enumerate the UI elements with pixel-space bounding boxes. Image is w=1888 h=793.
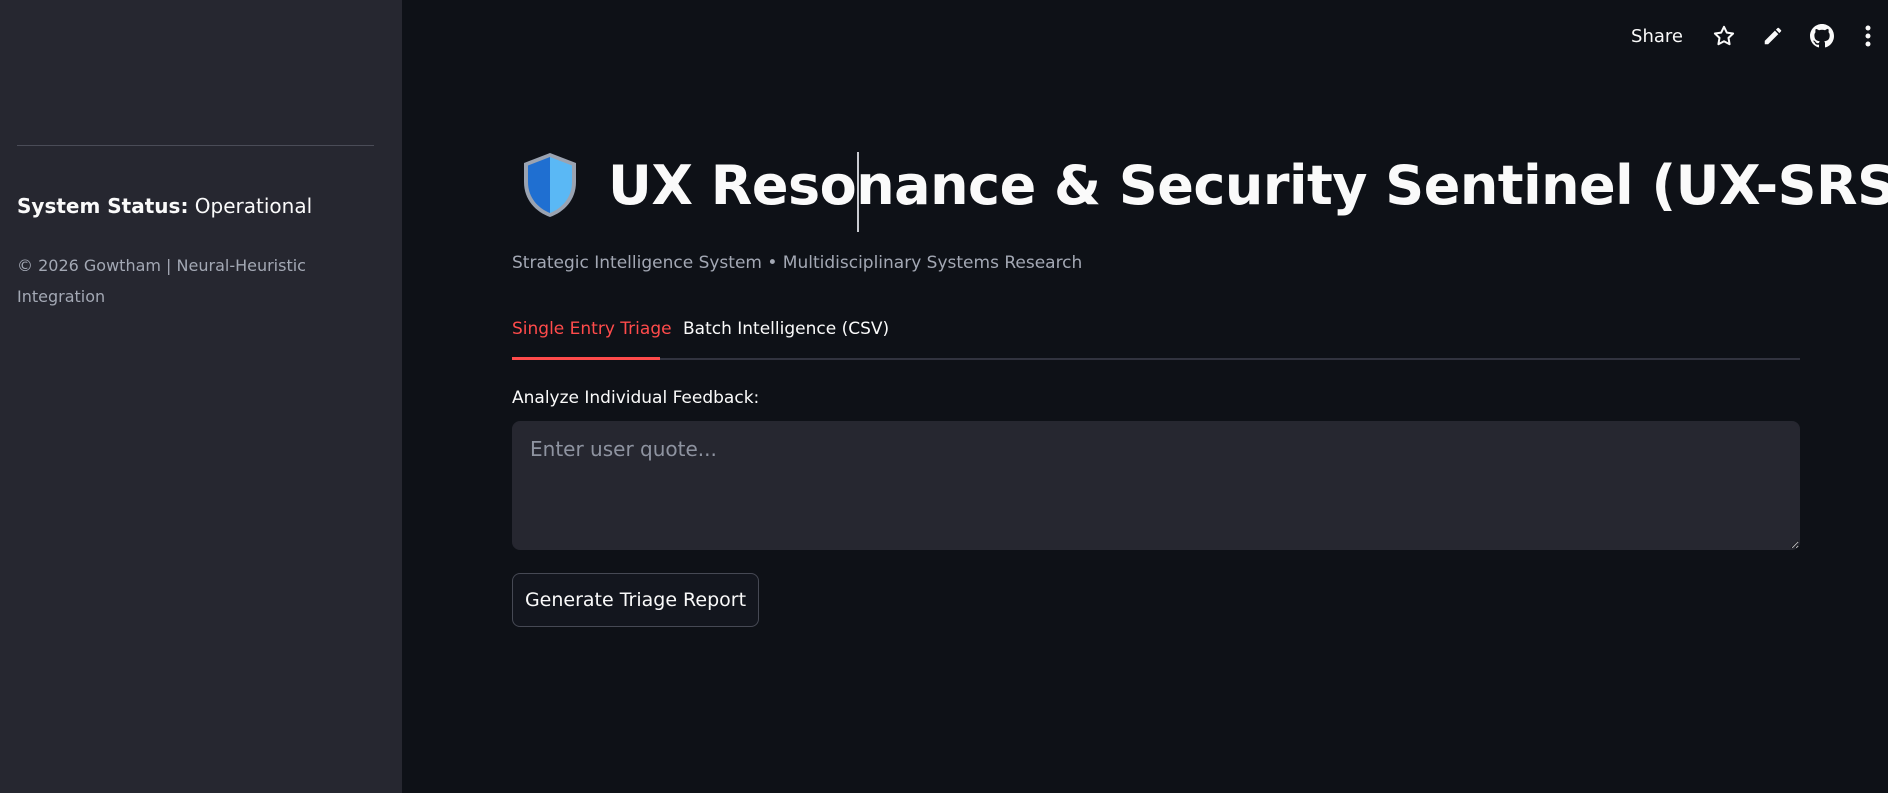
active-tab-indicator [512, 357, 660, 360]
pencil-icon[interactable] [1758, 21, 1788, 51]
shield-icon [520, 150, 580, 220]
title-row: UX Resonance & Security Sentinel (UX-SRS… [520, 150, 1888, 220]
copyright-text: © 2026 Gowtham | Neural-Heuristic Integr… [17, 256, 306, 306]
text-cursor [857, 152, 859, 232]
sidebar-divider [17, 145, 374, 146]
system-status: System Status: Operational [17, 194, 312, 218]
tab-bar: Single Entry Triage Batch Intelligence (… [512, 316, 1800, 360]
app-root: System Status: Operational © 2026 Gowtha… [0, 0, 1888, 793]
feedback-input-label: Analyze Individual Feedback: [512, 388, 760, 408]
page-title: UX Resonance & Security Sentinel (UX-SRS… [608, 153, 1888, 217]
system-status-value: Operational [194, 194, 313, 218]
sidebar: System Status: Operational © 2026 Gowtha… [0, 0, 402, 793]
more-vertical-icon[interactable] [1856, 21, 1880, 51]
github-icon[interactable] [1807, 21, 1837, 51]
header-toolbar: Share [1631, 18, 1888, 54]
system-status-label: System Status: [17, 194, 189, 218]
tab-single-entry-triage[interactable]: Single Entry Triage [512, 319, 672, 339]
feedback-textarea[interactable] [512, 421, 1800, 550]
share-button[interactable]: Share [1631, 26, 1683, 47]
star-icon[interactable] [1709, 21, 1739, 51]
page-subtitle: Strategic Intelligence System • Multidis… [512, 253, 1083, 273]
tab-batch-intelligence[interactable]: Batch Intelligence (CSV) [683, 319, 889, 339]
generate-triage-report-button[interactable]: Generate Triage Report [512, 573, 759, 627]
